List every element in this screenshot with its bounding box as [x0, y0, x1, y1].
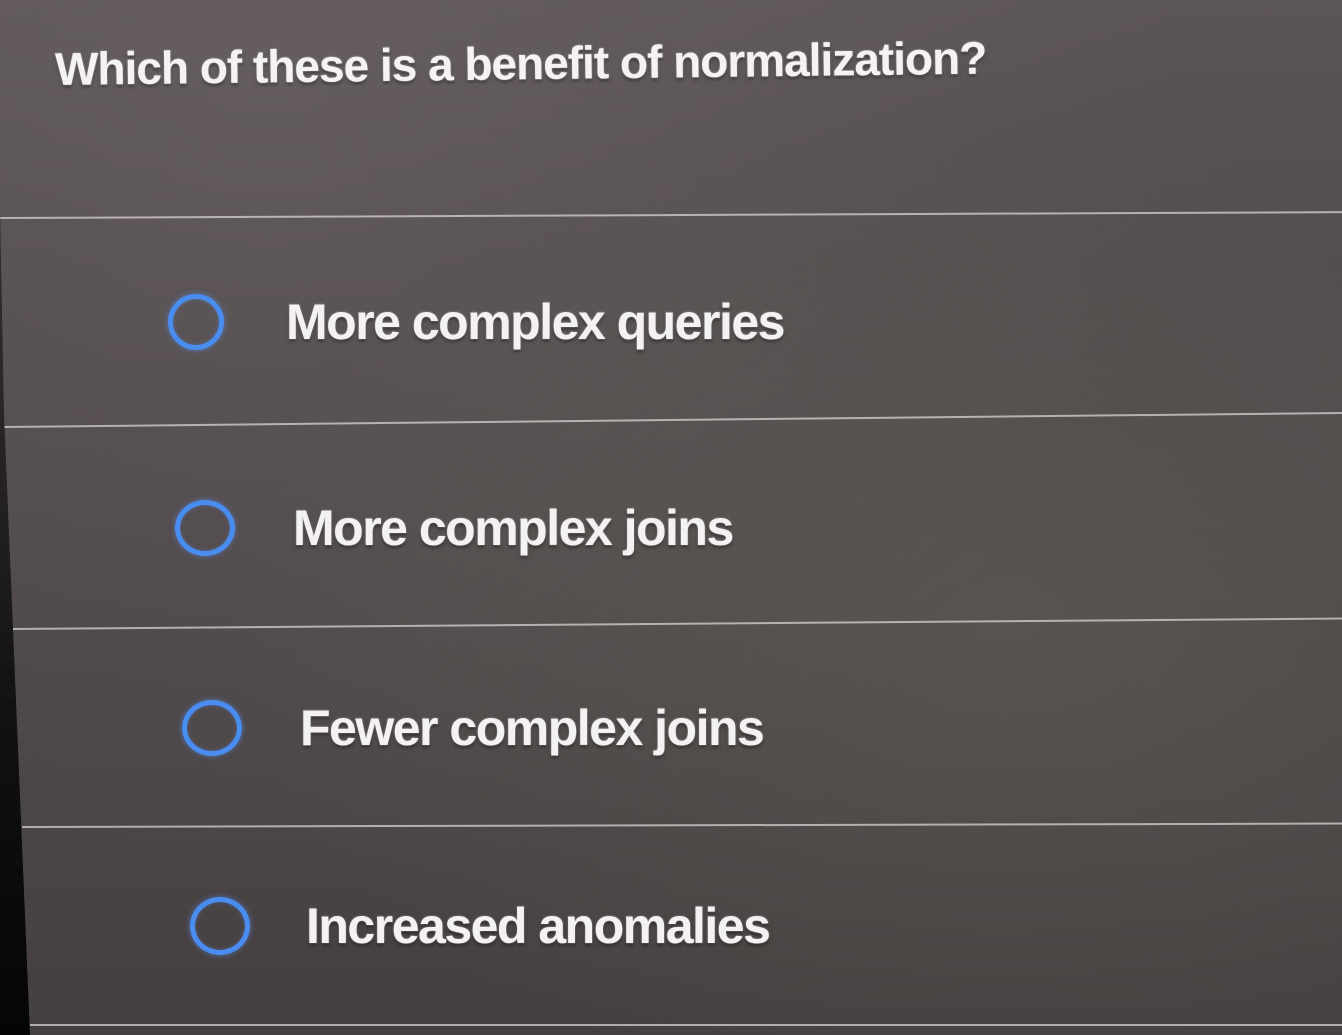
- option-label: Increased anomalies: [306, 898, 771, 954]
- option-more-complex-joins[interactable]: More complex joins: [175, 428, 734, 628]
- option-more-complex-queries[interactable]: More complex queries: [168, 222, 785, 422]
- radio-button-icon[interactable]: [190, 897, 250, 955]
- answer-options: More complex queries More complex joins …: [0, 0, 1342, 1035]
- option-fewer-complex-joins[interactable]: Fewer complex joins: [182, 628, 765, 828]
- radio-button-icon[interactable]: [168, 294, 224, 350]
- option-label: Fewer complex joins: [300, 700, 765, 756]
- option-label: More complex queries: [286, 294, 785, 350]
- option-divider: [30, 1024, 1342, 1026]
- option-increased-anomalies[interactable]: Increased anomalies: [190, 826, 771, 1026]
- radio-button-icon[interactable]: [182, 700, 242, 756]
- quiz-screen: Which of these is a benefit of normaliza…: [0, 0, 1342, 1035]
- option-divider: [0, 211, 1342, 219]
- radio-button-icon[interactable]: [175, 500, 235, 556]
- option-label: More complex joins: [293, 500, 734, 556]
